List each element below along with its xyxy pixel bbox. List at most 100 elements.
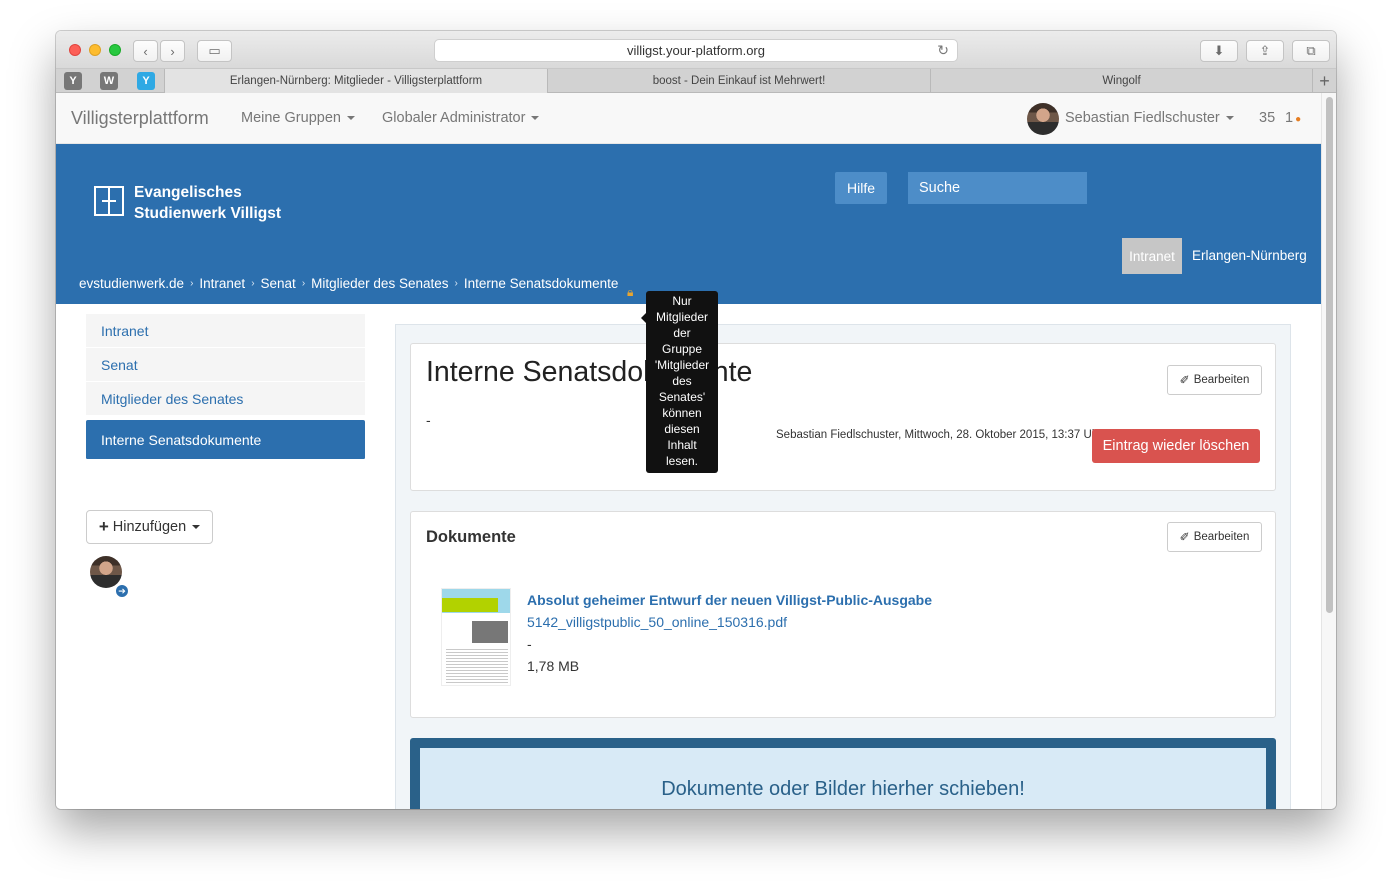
pinned-tab-1[interactable]: Y	[64, 72, 82, 90]
thumbnail-photo	[472, 621, 508, 643]
tab-boost[interactable]: boost - Dein Einkauf ist Mehrwert!	[547, 69, 930, 93]
tooltip-line: Nur	[672, 294, 692, 308]
tooltip-line: des	[672, 374, 692, 388]
new-tab-icon[interactable]: +	[1312, 69, 1336, 93]
brand-link[interactable]: Villigsterplattform	[71, 108, 209, 129]
tab-label: Wingolf	[1102, 75, 1141, 87]
browser-toolbar: ‹ › ▭ villigst.your-platform.org ↻ ⬇ ⇪ ⧉	[56, 31, 1336, 69]
breadcrumb: evstudienwerk.de › Intranet › Senat › Mi…	[79, 276, 618, 291]
document-file-link[interactable]: 5142_villigstpublic_50_online_150316.pdf	[527, 614, 787, 630]
documents-title: Dokumente	[426, 528, 516, 546]
tab-erlangen[interactable]: Erlangen-Nürnberg: Mitglieder - Villigst…	[164, 69, 547, 93]
tab-label: Erlangen-Nürnberg: Mitglieder - Villigst…	[229, 75, 483, 87]
minimize-window-button[interactable]	[89, 44, 101, 56]
arrow-right-circle-icon[interactable]: ➔	[114, 583, 130, 599]
forward-icon[interactable]: ›	[160, 40, 185, 62]
erlangen-link[interactable]: Erlangen-Nürnberg	[1192, 248, 1307, 263]
breadcrumb-item[interactable]: Mitglieder des Senates	[311, 276, 448, 291]
logo-icon	[94, 186, 124, 216]
plus-icon: +	[98, 517, 109, 536]
edit-icon: ✐	[1179, 530, 1190, 544]
tooltip-line: Inhalt	[667, 438, 697, 452]
notification-count[interactable]: 35	[1259, 110, 1275, 126]
chevron-right-icon: ›	[190, 278, 194, 289]
back-icon[interactable]: ‹	[133, 40, 158, 62]
web-page: Villigsterplattform Meine Gruppen Global…	[56, 93, 1321, 809]
unread-count[interactable]: 1 ●	[1285, 110, 1301, 126]
pinned-tab-3[interactable]: Y	[137, 72, 155, 90]
tabs-overview-icon[interactable]: ⧉	[1292, 40, 1330, 62]
chevron-right-icon: ›	[301, 278, 306, 289]
tooltip-line: der	[673, 326, 691, 340]
page-scrollbar[interactable]	[1321, 93, 1336, 809]
share-icon[interactable]: ⇪	[1246, 40, 1284, 62]
url-text: villigst.your-platform.org	[627, 43, 765, 58]
breadcrumb-item-current[interactable]: Interne Senatsdokumente	[464, 276, 619, 291]
edit-label: Bearbeiten	[1193, 374, 1250, 386]
zoom-window-button[interactable]	[109, 44, 121, 56]
tooltip-line: Senates'	[658, 390, 706, 404]
caret-down-icon	[531, 116, 540, 121]
document-thumbnail[interactable]	[441, 588, 511, 686]
author-meta: Sebastian Fiedlschuster, Mittwoch, 28. O…	[776, 429, 1103, 441]
user-avatar[interactable]	[1027, 103, 1059, 135]
chevron-right-icon: ›	[251, 278, 255, 289]
pinned-tab-2[interactable]: W	[100, 72, 118, 90]
breadcrumb-item[interactable]: Senat	[261, 276, 296, 291]
edit-icon: ✐	[1179, 373, 1190, 387]
user-menu[interactable]: Sebastian Fiedlschuster	[1065, 110, 1234, 126]
logo-line-2: Studienwerk Villigst	[134, 205, 282, 222]
unread-count-value: 1	[1285, 110, 1294, 126]
admin-menu[interactable]: Globaler Administrator	[382, 110, 540, 126]
help-button[interactable]: Hilfe	[835, 172, 887, 204]
delete-entry-button[interactable]: Eintrag wieder löschen	[1092, 429, 1260, 463]
download-icon[interactable]: ⬇	[1200, 40, 1238, 62]
logo-text[interactable]: Evangelisches Studienwerk Villigst	[134, 182, 281, 224]
upload-dropzone[interactable]: Dokumente oder Bilder hierher schieben!	[410, 738, 1276, 809]
scrollbar-thumb[interactable]	[1326, 97, 1333, 613]
document-description: -	[527, 636, 532, 652]
user-name: Sebastian Fiedlschuster	[1065, 110, 1220, 126]
groups-menu[interactable]: Meine Gruppen	[241, 110, 355, 126]
tab-bar: Y W Y Erlangen-Nürnberg: Mitglieder - Vi…	[56, 69, 1336, 93]
documents-panel: Dokumente ✐ Bearbeiten Absolut geheimer …	[410, 511, 1276, 718]
search-input[interactable]	[908, 172, 1087, 204]
tooltip-line: können	[662, 406, 702, 420]
document-size: 1,78 MB	[527, 658, 580, 674]
sidebar-item-intranet[interactable]: Intranet	[86, 314, 365, 348]
document-title-link[interactable]: Absolut geheimer Entwurf der neuen Villi…	[527, 592, 932, 608]
tooltip-line: 'Mitglieder	[654, 358, 710, 372]
caret-down-icon	[192, 525, 201, 529]
site-header: Evangelisches Studienwerk Villigst Hilfe…	[56, 144, 1321, 304]
top-navbar: Villigsterplattform Meine Gruppen Global…	[56, 93, 1321, 144]
chevron-right-icon: ›	[454, 278, 458, 289]
add-button[interactable]: + Hinzufügen	[86, 510, 213, 544]
sidebar-item-mitglieder[interactable]: Mitglieder des Senates	[86, 382, 365, 416]
unread-dot-icon: ●	[1295, 114, 1302, 125]
sidebar-item-senatsdokumente[interactable]: Interne Senatsdokumente	[86, 420, 365, 460]
sidebar-item-senat[interactable]: Senat	[86, 348, 365, 382]
edit-page-button[interactable]: ✐ Bearbeiten	[1167, 365, 1262, 395]
reload-icon[interactable]: ↻	[937, 42, 949, 59]
tooltip-line: Mitglieder	[655, 310, 709, 324]
sidebar-nav: Intranet Senat Mitglieder des Senates In…	[86, 314, 365, 460]
edit-label: Bearbeiten	[1193, 531, 1250, 543]
lock-icon[interactable]: 🔒︎	[627, 285, 633, 300]
breadcrumb-item[interactable]: evstudienwerk.de	[79, 276, 184, 291]
tooltip-line: diesen	[664, 422, 700, 436]
address-bar[interactable]: villigst.your-platform.org ↻	[434, 39, 958, 62]
edit-documents-button[interactable]: ✐ Bearbeiten	[1167, 522, 1262, 552]
tab-label: boost - Dein Einkauf ist Mehrwert!	[652, 75, 826, 87]
access-tooltip: Nur Mitglieder der Gruppe 'Mitglieder de…	[641, 291, 718, 473]
caret-down-icon	[1225, 116, 1234, 121]
tab-wingolf[interactable]: Wingolf	[930, 69, 1312, 93]
breadcrumb-item[interactable]: Intranet	[199, 276, 245, 291]
close-window-button[interactable]	[69, 44, 81, 56]
caret-down-icon	[346, 116, 355, 121]
sidebar-toggle-icon[interactable]: ▭	[197, 40, 232, 62]
thumbnail-text	[446, 647, 508, 683]
intranet-button[interactable]: Intranet	[1122, 238, 1182, 274]
dropzone-label: Dokumente oder Bilder hierher schieben!	[661, 778, 1025, 800]
browser-window: ‹ › ▭ villigst.your-platform.org ↻ ⬇ ⇪ ⧉…	[56, 31, 1336, 809]
tooltip-line: Gruppe	[661, 342, 703, 356]
